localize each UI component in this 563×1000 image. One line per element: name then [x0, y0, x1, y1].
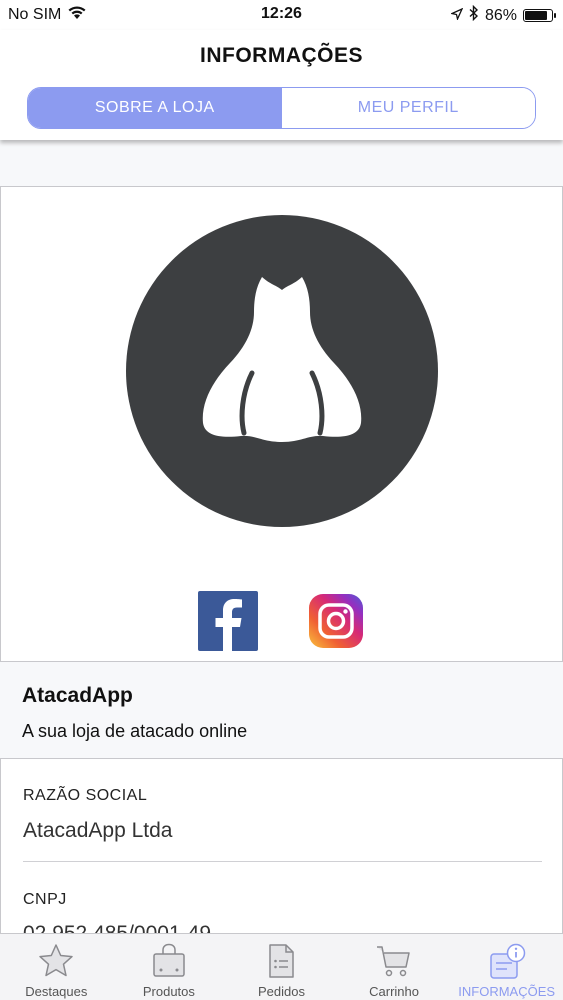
battery-percent: 86% [484, 6, 517, 24]
info-divider [23, 861, 542, 862]
store-logo-card [0, 186, 563, 662]
battery-fill [525, 11, 547, 20]
tab-produtos[interactable]: Produtos [113, 934, 226, 1000]
cart-icon [377, 946, 410, 977]
tab-carrinho[interactable]: Carrinho [338, 934, 451, 1000]
page-title: INFORMAÇÕES [200, 44, 363, 67]
instagram-button[interactable] [309, 594, 363, 648]
bluetooth-icon [469, 4, 479, 26]
tab-bar: Destaques Produtos Pedidos Carrinho INFO… [0, 933, 563, 1000]
tab-informacoes[interactable]: INFORMAÇÕES [450, 934, 563, 1000]
instagram-icon [318, 603, 354, 639]
store-logo [126, 215, 438, 527]
razao-social-value: AtacadApp Ltda [23, 819, 173, 842]
facebook-icon [215, 599, 242, 651]
battery-icon [523, 9, 556, 22]
tab-label: Pedidos [257, 984, 305, 999]
tab-label: Destaques [25, 984, 88, 999]
store-name: AtacadApp [22, 684, 133, 707]
store-tagline: A sua loja de atacado online [22, 721, 248, 741]
segment-sobre-a-loja[interactable]: SOBRE A LOJA [28, 88, 282, 128]
location-arrow-icon [449, 7, 464, 25]
segmented-control: SOBRE A LOJA MEU PERFIL [27, 87, 536, 129]
document-icon [269, 944, 295, 978]
tab-destaques[interactable]: Destaques [0, 934, 113, 1000]
dress-icon [202, 277, 362, 442]
tab-label: Carrinho [369, 984, 419, 999]
cnpj-label: CNPJ [23, 891, 67, 908]
shopping-bag-icon [153, 943, 185, 977]
star-icon [39, 944, 74, 977]
header: INFORMAÇÕES SOBRE A LOJA MEU PERFIL [0, 30, 563, 140]
info-icon [489, 943, 525, 979]
facebook-button[interactable] [198, 591, 258, 651]
status-right-group: 86% [449, 4, 556, 26]
tab-label: INFORMAÇÕES [458, 984, 556, 999]
status-bar: No SIM 12:26 86% [0, 0, 563, 30]
razao-social-label: RAZÃO SOCIAL [23, 787, 148, 804]
tab-label: Produtos [142, 984, 195, 999]
company-info-card: RAZÃO SOCIAL AtacadApp Ltda CNPJ 02.952.… [0, 758, 563, 958]
segment-meu-perfil[interactable]: MEU PERFIL [281, 88, 535, 128]
tab-pedidos[interactable]: Pedidos [225, 934, 338, 1000]
